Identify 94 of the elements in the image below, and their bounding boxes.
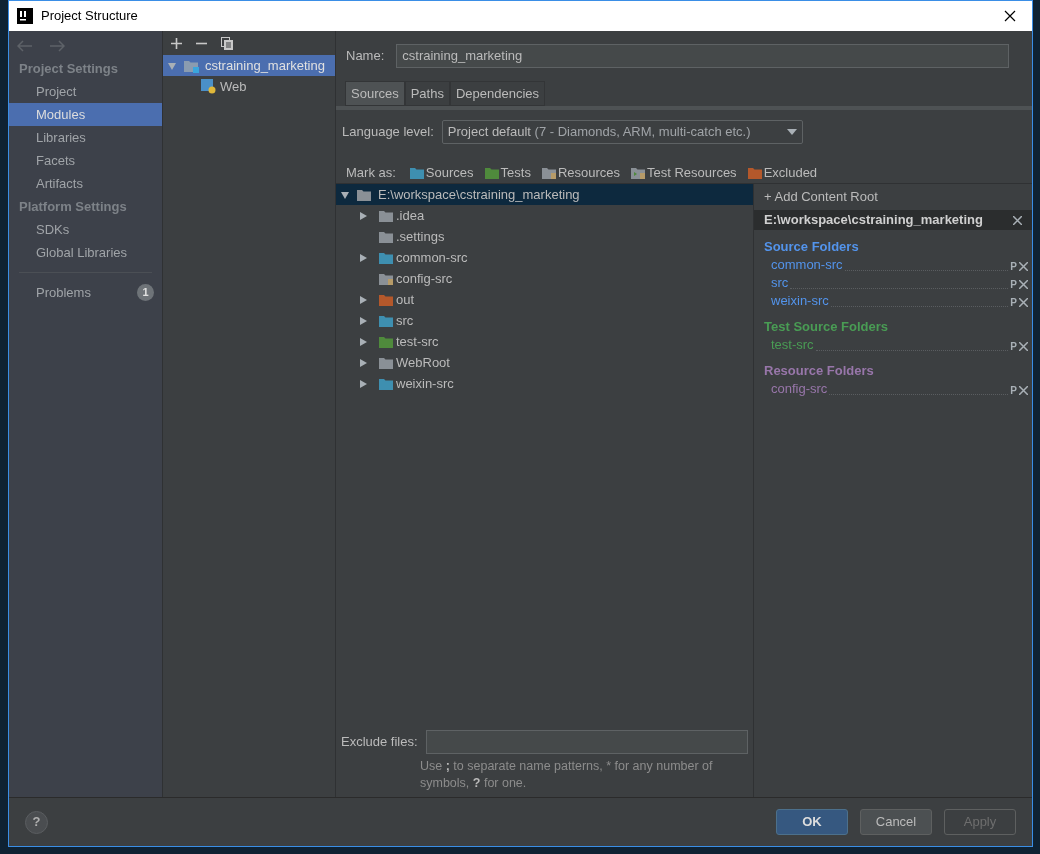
folder-icon	[540, 166, 557, 180]
folder-icon	[378, 376, 394, 391]
folder-icon	[378, 292, 394, 307]
mark-as-button[interactable]: Sources	[408, 163, 474, 183]
file-tree-item[interactable]: weixin-src	[336, 373, 753, 394]
remove-icon[interactable]	[1019, 342, 1028, 351]
collapsed-arrow-icon[interactable]	[358, 210, 368, 221]
mark-as-button[interactable]: Excluded	[746, 163, 818, 183]
collapsed-arrow-icon[interactable]	[358, 252, 368, 263]
package-prefix-icon[interactable]: P	[1010, 259, 1017, 274]
folder-path: test-src	[771, 335, 814, 354]
module-folder-icon	[183, 58, 199, 73]
nav-item[interactable]: Libraries	[9, 126, 162, 149]
folder-icon	[378, 271, 394, 286]
module-tree-item[interactable]: Web	[163, 76, 335, 97]
package-prefix-icon[interactable]: P	[1010, 277, 1017, 292]
name-field[interactable]: cstraining_marketing	[396, 44, 1009, 68]
content-root-path: E:\workspace\cstraining_marketing	[764, 211, 984, 230]
mark-as-button[interactable]: Test Resources	[630, 163, 737, 183]
help-button[interactable]: ?	[25, 810, 48, 834]
remove-icon[interactable]	[1019, 280, 1028, 289]
file-tree-item[interactable]: test-src	[336, 331, 753, 352]
file-tree-root[interactable]: E:\workspace\cstraining_marketing	[336, 184, 753, 205]
collapsed-arrow-icon[interactable]	[358, 357, 368, 368]
expanded-arrow-icon[interactable]	[340, 189, 350, 200]
folder-path: common-src	[771, 255, 843, 274]
folder-icon	[746, 166, 763, 180]
add-icon[interactable]	[171, 37, 182, 49]
file-tree-item[interactable]: config-src	[336, 268, 753, 289]
package-prefix-icon[interactable]: P	[1010, 339, 1017, 354]
tab[interactable]: Sources	[345, 81, 405, 106]
add-content-root-button[interactable]: + Add Content Root	[754, 184, 1032, 210]
file-tree-item[interactable]: out	[336, 289, 753, 310]
folder-icon	[378, 355, 394, 370]
folder-icon	[378, 208, 394, 223]
close-icon[interactable]	[1013, 215, 1022, 225]
problems-item[interactable]: Problems 1	[9, 281, 162, 304]
folder-icon	[356, 187, 372, 202]
app-logo-icon	[17, 8, 33, 24]
collapsed-arrow-icon[interactable]	[358, 378, 368, 389]
copy-icon[interactable]	[221, 36, 233, 50]
folder-icon	[378, 250, 394, 265]
folder-section-header: Source Folders	[763, 238, 860, 256]
file-tree-item[interactable]: .idea	[336, 205, 753, 226]
file-tree-item[interactable]: src	[336, 310, 753, 331]
tab[interactable]: Paths	[404, 81, 450, 106]
hint-text: Use ; to separate name patterns, * for any number of symbols, ? for one.	[420, 758, 714, 792]
package-prefix-icon[interactable]: P	[1010, 295, 1017, 310]
folder-path: weixin-src	[771, 291, 829, 310]
exclude-files-field[interactable]	[425, 730, 748, 754]
count-badge: 1	[137, 284, 154, 301]
nav-section-header: Platform Settings	[18, 198, 128, 216]
remove-icon[interactable]	[1019, 298, 1028, 307]
folder-icon	[378, 229, 394, 244]
folder-section-header: Test Source Folders	[763, 318, 889, 336]
close-icon[interactable]	[1004, 10, 1016, 22]
folder-icon	[408, 166, 425, 180]
folder-icon	[483, 166, 500, 180]
remove-icon[interactable]	[1019, 386, 1028, 395]
folder-icon	[378, 334, 394, 349]
file-tree-item[interactable]: .settings	[336, 226, 753, 247]
file-tree-item[interactable]: WebRoot	[336, 352, 753, 373]
folder-icon	[378, 313, 394, 328]
dropdown-caret-icon	[786, 129, 797, 135]
folder-path: config-src	[771, 379, 828, 398]
collapsed-arrow-icon[interactable]	[358, 294, 368, 305]
field-label: Exclude files:	[341, 733, 418, 752]
field-label: Language level:	[342, 123, 434, 142]
nav-section-header: Project Settings	[18, 60, 119, 78]
tab[interactable]: Dependencies	[449, 81, 546, 106]
dialog-button[interactable]: OK	[776, 809, 848, 835]
nav-item[interactable]: Global Libraries	[9, 241, 162, 264]
dialog-button[interactable]: Cancel	[860, 809, 932, 835]
nav-item[interactable]: Artifacts	[9, 172, 162, 195]
file-tree-item[interactable]: common-src	[336, 247, 753, 268]
field-label: Name:	[346, 47, 385, 66]
folder-section-header: Resource Folders	[763, 362, 875, 380]
nav-item[interactable]: Facets	[9, 149, 162, 172]
package-prefix-icon[interactable]: P	[1010, 383, 1017, 398]
mark-as-button[interactable]: Resources	[540, 163, 621, 183]
web-facet-icon	[201, 79, 216, 94]
folder-icon	[630, 166, 647, 180]
collapsed-arrow-icon[interactable]	[358, 315, 368, 326]
mark-as-button[interactable]: Tests	[483, 163, 531, 183]
mark-as-label: Mark as:	[346, 164, 396, 183]
language-level-dropdown[interactable]: Project default (7 - Diamonds, ARM, multi-catch etc.)	[441, 120, 803, 144]
nav-item[interactable]: SDKs	[9, 218, 162, 241]
window-title: Project Structure	[41, 7, 138, 26]
folder-path: src	[771, 273, 789, 292]
nav-item[interactable]: Project	[9, 80, 162, 103]
remove-icon[interactable]	[1019, 262, 1028, 271]
module-tree-item[interactable]: cstraining_marketing	[163, 55, 335, 76]
nav-item[interactable]: Modules	[9, 103, 162, 126]
collapsed-arrow-icon[interactable]	[358, 336, 368, 347]
